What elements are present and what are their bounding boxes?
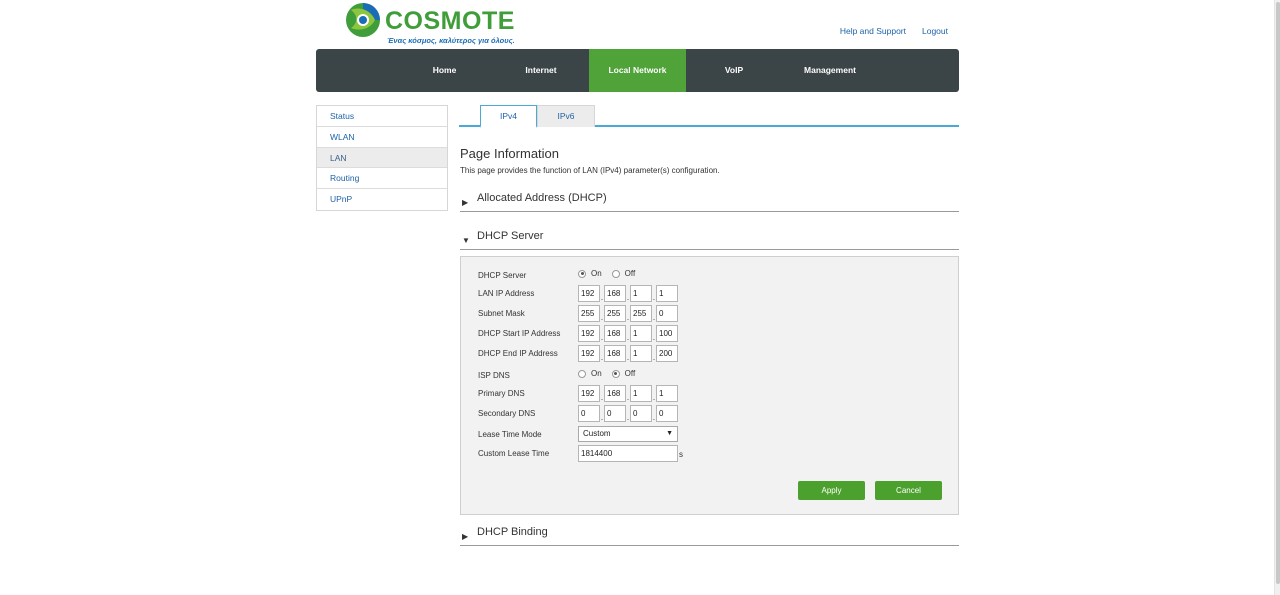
vertical-scrollbar[interactable]: [1274, 0, 1280, 595]
end-ip-octet-2[interactable]: 168: [604, 345, 626, 362]
start-ip-octet-3[interactable]: 1: [630, 325, 652, 342]
field-label: Subnet Mask: [478, 309, 525, 318]
main-navigation: Home Internet Local Network VoIP Managem…: [316, 49, 959, 92]
expand-arrow-icon: ▶: [462, 532, 469, 541]
radio-label: Off: [624, 369, 636, 378]
field-label: LAN IP Address: [478, 289, 535, 298]
cosmote-logo: COSMOTE Ένας κόσμος, καλύτερος για όλους…: [345, 2, 515, 46]
field-label: DHCP Server: [478, 271, 527, 280]
page-title: Page Information: [460, 146, 560, 161]
subnet-octet-1[interactable]: 255: [578, 305, 600, 322]
nav-internet[interactable]: Internet: [493, 49, 589, 92]
field-label: Custom Lease Time: [478, 449, 550, 458]
primary-dns-octet-2[interactable]: 168: [604, 385, 626, 402]
help-and-support-link[interactable]: Help and Support: [840, 26, 906, 36]
lan-ip-octet-2[interactable]: 168: [604, 285, 626, 302]
lease-unit: s: [679, 450, 683, 459]
isp-dns-off-radio[interactable]: [611, 369, 620, 378]
logout-link[interactable]: Logout: [922, 26, 948, 36]
secondary-dns-octet-2[interactable]: 0: [604, 405, 626, 422]
section-dhcp-binding[interactable]: ▶ DHCP Binding: [460, 526, 959, 546]
secondary-dns-octet-4[interactable]: 0: [656, 405, 678, 422]
secondary-dns-octet-1[interactable]: 0: [578, 405, 600, 422]
top-links: Help and Support Logout: [840, 26, 948, 36]
tab-ipv6[interactable]: IPv6: [537, 105, 595, 127]
end-ip-octet-1[interactable]: 192: [578, 345, 600, 362]
subnet-octet-3[interactable]: 255: [630, 305, 652, 322]
cosmote-globe-icon: [346, 3, 380, 37]
primary-dns-octet-1[interactable]: 192: [578, 385, 600, 402]
sidebar: Status WLAN LAN Routing UPnP: [316, 105, 448, 211]
secondary-dns-octet-3[interactable]: 0: [630, 405, 652, 422]
field-label: DHCP Start IP Address: [478, 329, 561, 338]
subnet-octet-4[interactable]: 0: [656, 305, 678, 322]
subnet-octet-2[interactable]: 255: [604, 305, 626, 322]
section-title: DHCP Binding: [477, 526, 548, 538]
primary-dns-octet-4[interactable]: 1: [656, 385, 678, 402]
isp-dns-on-radio[interactable]: [578, 369, 586, 378]
nav-local-network[interactable]: Local Network: [589, 49, 686, 92]
primary-dns-octet-3[interactable]: 1: [630, 385, 652, 402]
ip-version-tabs: IPv4 IPv6: [459, 105, 959, 128]
dhcp-server-on-radio[interactable]: [578, 269, 586, 278]
nav-management[interactable]: Management: [782, 49, 878, 92]
nav-home[interactable]: Home: [396, 49, 493, 92]
brand-tagline: Ένας κόσμος, καλύτερος για όλους.: [387, 36, 515, 45]
lease-time-mode-select[interactable]: Custom ▼: [578, 426, 678, 442]
lan-ip-octet-3[interactable]: 1: [630, 285, 652, 302]
radio-label: On: [591, 269, 602, 278]
start-ip-octet-2[interactable]: 168: [604, 325, 626, 342]
end-ip-octet-3[interactable]: 1: [630, 345, 652, 362]
scrollbar-thumb[interactable]: [1276, 2, 1280, 584]
nav-voip[interactable]: VoIP: [686, 49, 782, 92]
section-dhcp-server[interactable]: ▼ DHCP Server: [460, 230, 959, 250]
page-description: This page provides the function of LAN (…: [460, 166, 720, 175]
sidebar-item-wlan[interactable]: WLAN: [317, 126, 447, 148]
field-label: Primary DNS: [478, 389, 525, 398]
end-ip-octet-4[interactable]: 200: [656, 345, 678, 362]
start-ip-octet-1[interactable]: 192: [578, 325, 600, 342]
select-value: Custom: [583, 429, 611, 438]
field-label: ISP DNS: [478, 371, 510, 380]
sidebar-item-routing[interactable]: Routing: [317, 168, 447, 190]
lan-ip-octet-4[interactable]: 1: [656, 285, 678, 302]
collapse-arrow-icon: ▼: [462, 236, 470, 245]
section-title: DHCP Server: [477, 230, 544, 242]
sidebar-item-upnp[interactable]: UPnP: [317, 189, 447, 210]
start-ip-octet-4[interactable]: 100: [656, 325, 678, 342]
apply-button[interactable]: Apply: [798, 481, 865, 500]
sidebar-item-lan[interactable]: LAN: [317, 147, 447, 169]
tab-ipv4[interactable]: IPv4: [480, 105, 537, 128]
custom-lease-time-input[interactable]: 1814400: [578, 445, 678, 462]
sidebar-item-status[interactable]: Status: [317, 106, 447, 127]
field-label: Lease Time Mode: [478, 430, 542, 439]
section-allocated-address[interactable]: ▶ Allocated Address (DHCP): [460, 192, 959, 212]
section-title: Allocated Address (DHCP): [477, 192, 607, 204]
brand-name: COSMOTE: [385, 7, 515, 35]
field-label: Secondary DNS: [478, 409, 536, 418]
dropdown-arrow-icon: ▼: [666, 430, 673, 437]
lan-ip-octet-1[interactable]: 192: [578, 285, 600, 302]
dhcp-server-panel: DHCP Server On Off LAN IP Address 192. 1…: [460, 256, 959, 515]
field-label: DHCP End IP Address: [478, 349, 558, 358]
expand-arrow-icon: ▶: [462, 198, 469, 207]
dhcp-server-off-radio[interactable]: [611, 269, 620, 278]
radio-label: Off: [624, 269, 636, 278]
cancel-button[interactable]: Cancel: [875, 481, 942, 500]
radio-label: On: [591, 369, 602, 378]
